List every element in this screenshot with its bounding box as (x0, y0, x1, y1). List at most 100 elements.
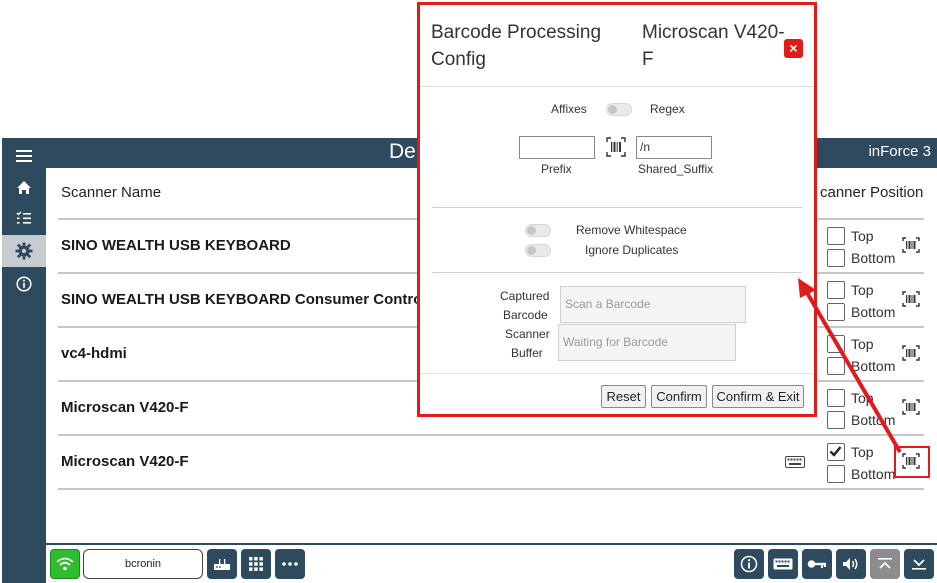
top-checkbox-checked[interactable] (827, 443, 845, 461)
dialog-header: Barcode Processing Config Microscan V420… (420, 5, 814, 87)
sidebar-item-menu[interactable] (2, 140, 46, 172)
table-row: Microscan V420-F Top Bottom (58, 434, 924, 488)
barcode-config-icon[interactable] (902, 291, 920, 307)
top-label: Top (851, 282, 874, 298)
barcode-config-icon[interactable] (902, 237, 920, 253)
info-button[interactable] (734, 549, 764, 579)
scanner-name: Microscan V420-F (61, 453, 189, 470)
list-icon (16, 211, 31, 224)
reset-button[interactable]: Reset (601, 385, 646, 408)
volume-button[interactable] (836, 549, 866, 579)
info-icon (16, 276, 32, 292)
info-icon (740, 555, 758, 573)
home-icon (17, 180, 31, 194)
dialog-device-name: Microscan V420-F (642, 22, 785, 70)
table-bottom-divider (58, 488, 924, 490)
router-button[interactable] (207, 549, 237, 579)
bottom-bar: bcronin (46, 543, 937, 583)
column-header-scanner-name: Scanner Name (61, 184, 162, 201)
scanner-name: Microscan V420-F (61, 399, 189, 416)
screenshot-page: De inForce 3 Scanner Name canner Positio… (0, 0, 937, 583)
barcode-scan-icon[interactable] (606, 137, 626, 157)
remove-whitespace-label: Remove Whitespace (576, 223, 687, 237)
affixes-label: Affixes (551, 102, 587, 116)
minimize-button[interactable] (904, 549, 934, 579)
prefix-input[interactable] (519, 136, 595, 159)
scanner-name: SINO WEALTH USB KEYBOARD Consumer Contro… (61, 291, 427, 308)
top-label: Top (851, 228, 874, 244)
bottom-checkbox[interactable] (827, 357, 845, 375)
top-checkbox[interactable] (827, 389, 845, 407)
column-header-scanner-position: canner Position (820, 184, 924, 201)
scroll-top-button[interactable] (870, 549, 900, 579)
annotation-highlight-box (894, 446, 930, 478)
barcode-config-icon[interactable] (902, 399, 920, 415)
buffer-label: Buffer (511, 346, 543, 360)
remove-whitespace-toggle[interactable] (525, 224, 551, 237)
menu-icon (16, 150, 32, 162)
bottom-label: Bottom (851, 304, 896, 320)
page-title: De (389, 140, 416, 163)
apps-button[interactable] (241, 549, 271, 579)
barcode-config-icon[interactable] (902, 345, 920, 361)
router-icon (214, 559, 230, 570)
keyboard-icon (785, 456, 805, 468)
checkmark-icon (829, 446, 842, 457)
top-checkbox[interactable] (827, 227, 845, 245)
scanner-name: vc4-hdmi (61, 345, 127, 362)
volume-icon (843, 558, 858, 570)
confirm-button[interactable]: Confirm (651, 385, 707, 408)
grid-icon (249, 557, 263, 571)
ignore-duplicates-toggle[interactable] (525, 244, 551, 257)
bottom-checkbox[interactable] (827, 465, 845, 483)
sidebar-item-settings[interactable] (2, 235, 46, 267)
scanner-label: Scanner (505, 327, 550, 341)
chevron-up-bar-icon (878, 558, 892, 569)
regex-label: Regex (650, 102, 685, 116)
sidebar (2, 138, 46, 583)
bottom-checkbox[interactable] (827, 303, 845, 321)
divider (432, 207, 802, 208)
prefix-label: Prefix (541, 162, 572, 176)
shared-suffix-input[interactable]: /n (636, 136, 712, 159)
top-label: Top (851, 444, 874, 460)
keyboard-button[interactable] (768, 549, 798, 579)
scanner-buffer-field[interactable]: Waiting for Barcode (558, 324, 736, 361)
bottom-label: Bottom (851, 412, 896, 428)
bottom-checkbox[interactable] (827, 411, 845, 429)
bottom-label: Bottom (851, 466, 896, 482)
keyboard-icon (773, 558, 793, 570)
gear-icon (15, 242, 33, 260)
top-label: Top (851, 336, 874, 352)
affixes-regex-toggle[interactable] (606, 103, 632, 116)
user-badge[interactable]: bcronin (83, 549, 203, 579)
bottom-label: Bottom (851, 358, 896, 374)
sidebar-item-list[interactable] (2, 202, 46, 234)
brand-label: inForce 3 (868, 143, 931, 160)
captured-barcode-field[interactable]: Scan a Barcode (560, 286, 746, 323)
top-checkbox[interactable] (827, 335, 845, 353)
divider (420, 373, 814, 374)
barcode-label: Barcode (503, 308, 548, 322)
captured-label: Captured (500, 289, 550, 303)
top-label: Top (851, 390, 874, 406)
ignore-duplicates-label: Ignore Duplicates (585, 243, 679, 257)
bottom-checkbox[interactable] (827, 249, 845, 267)
sidebar-item-info[interactable] (2, 268, 46, 300)
key-button[interactable] (802, 549, 832, 579)
bottom-label: Bottom (851, 250, 896, 266)
more-button[interactable] (275, 549, 305, 579)
top-checkbox[interactable] (827, 281, 845, 299)
divider (432, 272, 802, 273)
wifi-button[interactable] (50, 549, 80, 579)
shared-suffix-label: Shared_Suffix (638, 162, 714, 176)
ellipsis-icon (282, 562, 298, 566)
barcode-config-dialog: Barcode Processing Config Microscan V420… (417, 2, 817, 417)
confirm-exit-button[interactable]: Confirm & Exit (712, 385, 804, 408)
sidebar-item-home[interactable] (2, 171, 46, 203)
close-button[interactable]: × (784, 39, 803, 58)
wifi-icon (56, 557, 74, 571)
key-icon (807, 560, 826, 568)
chevron-down-bar-icon (912, 559, 926, 570)
dialog-title: Barcode Processing Config (431, 22, 602, 70)
